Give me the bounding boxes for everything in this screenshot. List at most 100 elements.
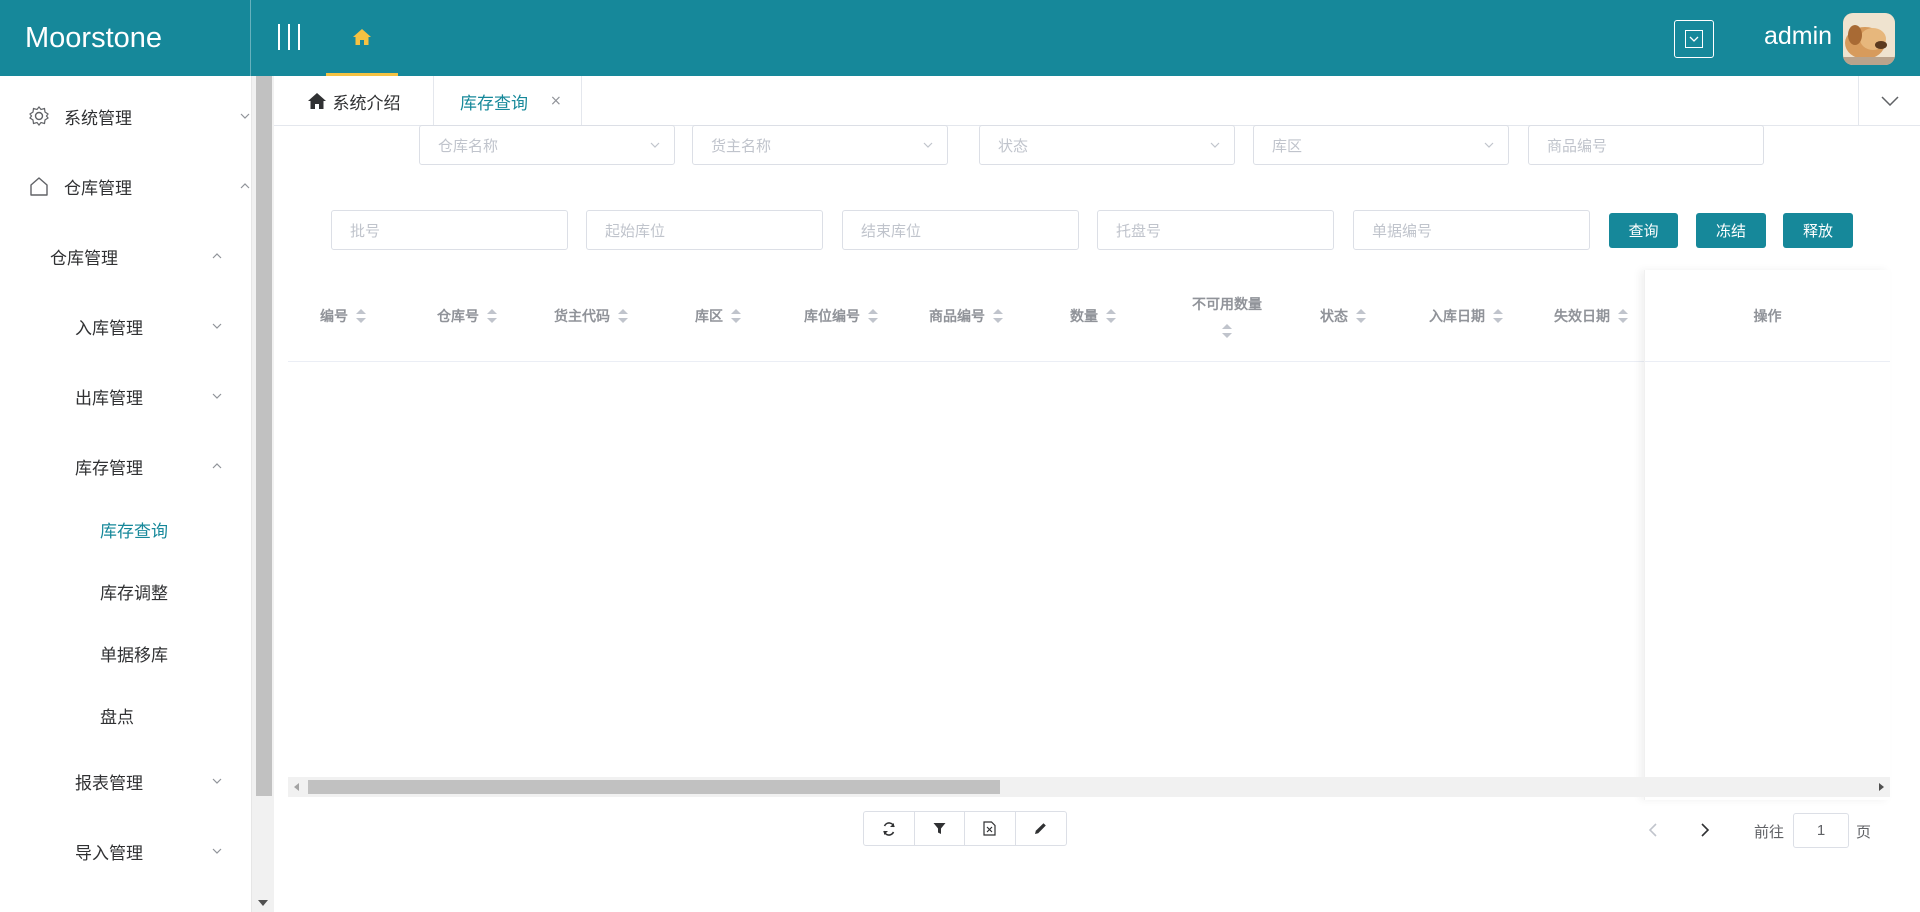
sidebar-item-warehouse[interactable]: 仓库管理 [28,171,252,201]
refresh-icon [882,821,895,836]
select-placeholder: 货主名称 [711,136,772,155]
chevron-right-icon [1701,823,1710,837]
sort-icon[interactable] [1106,309,1116,323]
start-location-input[interactable]: 起始库位 [586,210,823,250]
home-nav-button[interactable] [326,0,398,76]
sidebar-item-outbound[interactable]: 出库管理 [75,381,252,411]
sidebar-item-label: 出库管理 [75,388,143,409]
column-header[interactable]: 入库日期 [1429,270,1503,362]
release-button[interactable]: 释放 [1783,213,1853,248]
column-header[interactable]: 编号 [320,270,366,362]
filter-button[interactable] [915,812,965,845]
sort-icon[interactable] [1356,309,1366,323]
app-logo: Moorstone [0,0,251,76]
sidebar-item-inventory-adjust[interactable]: 库存调整 [100,576,252,606]
pallet-no-input[interactable]: 托盘号 [1097,210,1334,250]
table-horizontal-scrollbar[interactable] [288,777,1890,797]
tab-label: 库存查询 [460,93,528,114]
input-placeholder: 结束库位 [861,221,922,240]
select-placeholder: 库区 [1272,136,1303,155]
sidebar-item-label: 库存查询 [100,521,168,542]
input-placeholder: 起始库位 [605,221,666,240]
sidebar-item-label: 入库管理 [75,318,143,339]
tab-system-intro[interactable]: 系统介绍 [274,76,434,126]
sidebar-item-doc-transfer[interactable]: 单据移库 [100,638,252,668]
header-dropdown-button[interactable] [1674,20,1714,58]
user-avatar[interactable] [1843,13,1895,65]
chevron-down-icon [650,142,660,148]
sidebar-item-inbound[interactable]: 入库管理 [75,311,252,341]
scroll-right-arrow-icon[interactable] [1879,783,1884,791]
zone-select[interactable]: 库区 [1253,125,1509,165]
end-location-input[interactable]: 结束库位 [842,210,1079,250]
status-select[interactable]: 状态 [979,125,1235,165]
sort-icon[interactable] [1493,309,1503,323]
column-header[interactable]: 货主代码 [554,270,628,362]
table-scrollbar-thumb[interactable] [308,780,1000,794]
select-placeholder: 状态 [998,136,1029,155]
column-header[interactable]: 数量 [1070,270,1116,362]
sidebar-item-system[interactable]: 系统管理 [28,101,252,131]
sidebar-item-label: 仓库管理 [64,178,132,199]
tab-inventory-query[interactable]: 库存查询 × [434,76,582,126]
sidebar-item-import[interactable]: 导入管理 [75,836,252,866]
sort-icon[interactable] [1618,309,1628,323]
column-header[interactable]: 商品编号 [929,270,1003,362]
sort-icon[interactable] [1222,324,1232,338]
prev-page-button[interactable] [1646,820,1660,840]
sort-icon[interactable] [731,309,741,323]
sort-icon[interactable] [993,309,1003,323]
chevron-down-icon [212,393,222,399]
column-header[interactable]: 库位编号 [804,270,878,362]
page-number-input[interactable]: 1 [1793,813,1849,848]
warehouse-name-select[interactable]: 仓库名称 [419,125,675,165]
product-code-input[interactable]: 商品编号 [1528,125,1764,165]
export-excel-button[interactable] [965,812,1016,845]
menu-toggle-icon[interactable] [278,24,300,50]
query-button[interactable]: 查询 [1609,213,1678,248]
freeze-button[interactable]: 冻结 [1696,213,1766,248]
owner-name-select[interactable]: 货主名称 [692,125,948,165]
sidebar-scrollbar[interactable] [252,76,274,912]
tabs-menu-button[interactable] [1858,76,1920,126]
input-placeholder: 托盘号 [1116,221,1162,240]
scroll-left-arrow-icon[interactable] [294,783,299,791]
chevron-up-icon [212,253,222,259]
sidebar-scrollbar-thumb[interactable] [256,76,272,796]
chevron-down-icon [1880,96,1899,106]
column-header[interactable]: 失效日期 [1554,270,1628,362]
chevron-down-icon [923,142,933,148]
chevron-down-icon [1689,36,1699,42]
actions-fixed-column: 操作 [1644,270,1890,800]
username-label[interactable]: admin [1764,22,1832,51]
column-header-actions: 操作 [1645,270,1890,362]
sort-icon[interactable] [487,309,497,323]
next-page-button[interactable] [1698,820,1712,840]
home-outline-icon [30,177,48,196]
sort-icon[interactable] [868,309,878,323]
refresh-button[interactable] [864,812,915,845]
column-header[interactable]: 不可用数量 [1187,270,1267,362]
sort-icon[interactable] [356,309,366,323]
tab-label: 系统介绍 [332,93,401,114]
sidebar-item-inventory[interactable]: 库存管理 [75,451,252,481]
table-toolbar [863,811,1067,846]
edit-button[interactable] [1016,812,1067,845]
batch-no-input[interactable]: 批号 [331,210,568,250]
home-icon [353,28,371,45]
column-header[interactable]: 库区 [695,270,741,362]
chevron-up-icon [240,183,250,189]
sort-icon[interactable] [618,309,628,323]
document-no-input[interactable]: 单据编号 [1353,210,1590,250]
close-icon[interactable]: × [550,93,562,109]
sidebar-item-stocktake[interactable]: 盘点 [100,700,252,730]
column-header[interactable]: 仓库号 [437,270,497,362]
sidebar-item-inventory-query[interactable]: 库存查询 [100,514,252,544]
column-header[interactable]: 状态 [1320,270,1366,362]
edit-icon [1035,823,1047,834]
sidebar-item-reports[interactable]: 报表管理 [75,766,252,796]
sidebar-item-label: 导入管理 [75,843,143,864]
sidebar-item-warehouse-sub[interactable]: 仓库管理 [50,241,252,271]
scroll-down-arrow-icon[interactable] [258,900,268,906]
page-suffix-label: 页 [1856,823,1872,841]
